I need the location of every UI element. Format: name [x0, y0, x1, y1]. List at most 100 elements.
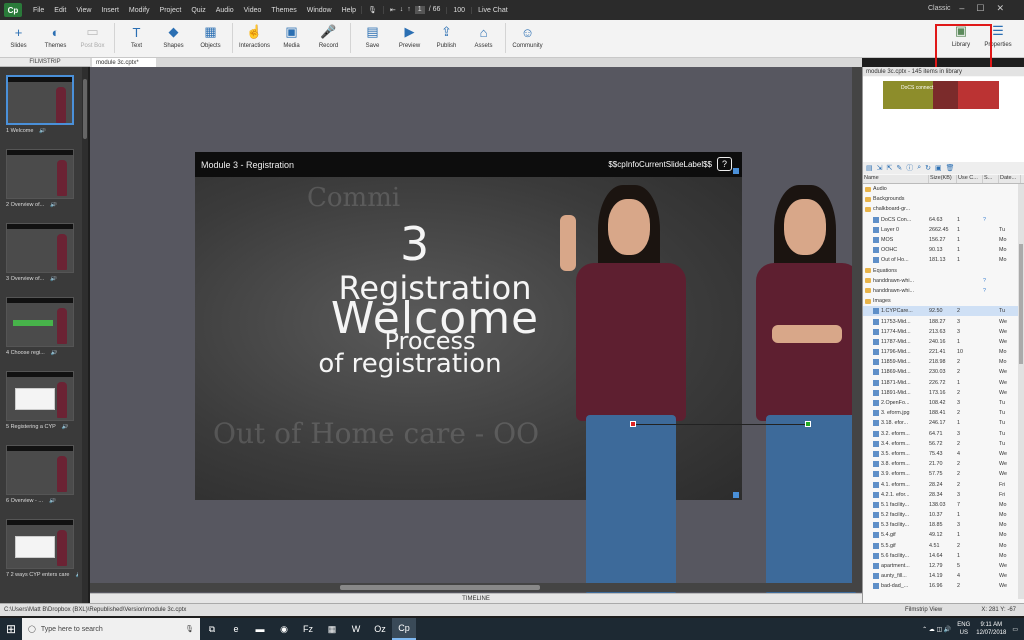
library-column-header[interactable]: S...	[983, 175, 999, 183]
library-scrollbar[interactable]	[1018, 184, 1024, 599]
stage-canvas[interactable]: Module 3 - Registration $$cpInfoCurrentS…	[90, 67, 862, 593]
module-number-text[interactable]: 3	[400, 217, 429, 271]
zoom-select[interactable]: 100	[446, 6, 471, 14]
update-icon[interactable]: ↻	[925, 164, 931, 172]
text-button[interactable]: T Text	[118, 23, 155, 50]
media-button[interactable]: ▣ Media	[273, 23, 310, 49]
library-item-row[interactable]: 11891-Mid... 173.16 2 We	[863, 388, 1019, 398]
slide-thumbnail[interactable]	[6, 371, 74, 421]
select-unused-icon[interactable]: ▣	[935, 164, 942, 172]
selection-handle[interactable]	[630, 421, 636, 427]
notifications-icon[interactable]: ▭	[1012, 626, 1018, 633]
filmstrip-slide[interactable]: 1 Welcome 🔊	[4, 75, 78, 134]
library-column-header[interactable]: Size(KB)	[929, 175, 957, 183]
library-item-row[interactable]: 11871-Mid... 226.72 1 We	[863, 378, 1019, 388]
tray-icons[interactable]: ⌃ ☁ ◫ 🔊	[922, 626, 951, 633]
library-item-row[interactable]: 5.1 facility... 138.03 7 Mo	[863, 500, 1019, 510]
library-item-row[interactable]: 2.OpenFo... 108.42 3 Tu	[863, 398, 1019, 408]
import-icon[interactable]: ⇲	[877, 164, 883, 172]
next-slide-icon[interactable]: ↑	[407, 6, 411, 14]
library-column-header[interactable]: Use C...	[957, 175, 983, 183]
library-item-row[interactable]: bad-dad_... 16.96 2 We	[863, 581, 1019, 591]
library-item-row[interactable]: 5.5.gif 4.51 2 Mo	[863, 541, 1019, 551]
library-folder-row[interactable]: handdrawn-whi...?	[863, 286, 1019, 296]
document-tab[interactable]: module 3c.cptx*	[92, 58, 156, 67]
save-button[interactable]: ▤ Save	[354, 23, 391, 49]
publish-button[interactable]: ⇪ Publish	[428, 23, 465, 49]
filmstrip-slide[interactable]: 5 Registering a CYP 🔊	[4, 371, 78, 430]
stage-vertical-scrollbar[interactable]	[852, 67, 862, 583]
workspace-mode[interactable]: Classic	[928, 5, 951, 12]
menu-video[interactable]: Video	[239, 7, 267, 14]
language-label[interactable]: ENG	[957, 621, 970, 629]
taskbar-app-icon[interactable]: ◉	[272, 618, 296, 640]
library-item-row[interactable]: 5.3 facility... 18.85 3 Mo	[863, 520, 1019, 530]
shapes-button[interactable]: ◆ Shapes	[155, 23, 192, 49]
filmstrip-slide[interactable]: 6 Overview - ... 🔊	[4, 445, 78, 504]
selection-handle[interactable]	[805, 421, 811, 427]
library-item-row[interactable]: OOHC 90.13 1 Mo	[863, 245, 1019, 255]
post-box-button[interactable]: ▭ Post Box	[74, 23, 111, 49]
library-folder-row[interactable]: chalkboard-gr...	[863, 204, 1019, 214]
library-item-row[interactable]: 11859-Mid... 218.98 2 Mo	[863, 357, 1019, 367]
presenter-image-2[interactable]	[752, 185, 862, 593]
taskbar-app-icon[interactable]: Cp	[392, 618, 416, 640]
menu-themes[interactable]: Themes	[266, 7, 301, 14]
of-registration-heading[interactable]: of registration	[285, 349, 535, 379]
library-item-row[interactable]: Out of Ho... 181.13 1 Mo	[863, 255, 1019, 265]
taskbar-app-icon[interactable]: ▦	[320, 618, 344, 640]
menu-audio[interactable]: Audio	[211, 7, 239, 14]
windows-start-icon[interactable]: ⊞	[0, 618, 22, 640]
prev-slide-icon[interactable]: ↓	[400, 6, 404, 14]
library-item-row[interactable]: 11787-Mid... 240.16 1 We	[863, 337, 1019, 347]
slide-number-input[interactable]: 1	[414, 6, 425, 14]
timeline-toggle[interactable]: TIMELINE	[90, 593, 862, 603]
assets-button[interactable]: ⌂ Assets	[465, 23, 502, 50]
taskbar-app-icon[interactable]: ⧉	[200, 618, 224, 640]
menu-edit[interactable]: Edit	[49, 7, 71, 14]
library-item-row[interactable]: 4.2.1. efor... 28.34 3 Fri	[863, 490, 1019, 500]
help-button[interactable]: ?	[717, 157, 732, 171]
library-item-row[interactable]: 3.4. eform... 56.72 2 Tu	[863, 439, 1019, 449]
slide-thumbnail[interactable]	[6, 297, 74, 347]
open-icon[interactable]: ▤	[866, 164, 873, 172]
library-item-row[interactable]: 11774-Mid... 213.63 3 We	[863, 327, 1019, 337]
menu-quiz[interactable]: Quiz	[186, 7, 210, 14]
interactions-button[interactable]: ☝ Interactions	[236, 23, 273, 49]
properties-icon[interactable]: ⓘ	[906, 163, 913, 173]
library-item-row[interactable]: 5.2 facility... 10.37 1 Mo	[863, 510, 1019, 520]
filmstrip-slide[interactable]: 7 2 ways CYP enters care 🔊	[4, 519, 78, 578]
presenter-image-1[interactable]	[546, 185, 716, 593]
taskbar-app-icon[interactable]: Oz	[368, 618, 392, 640]
community-button[interactable]: ☺ Community	[509, 23, 546, 50]
library-item-row[interactable]: DoCS Con... 64.63 1?	[863, 215, 1019, 225]
library-folder-row[interactable]: Backgrounds	[863, 194, 1019, 204]
library-item-row[interactable]: apartment... 12.79 5 We	[863, 561, 1019, 571]
library-item-row[interactable]: MOS 156.27 1 Mo	[863, 235, 1019, 245]
menu-help[interactable]: Help	[337, 7, 361, 14]
library-folder-row[interactable]: handdrawn-whi...?	[863, 276, 1019, 286]
taskbar-app-icon[interactable]: e	[224, 618, 248, 640]
slide-thumbnail[interactable]	[6, 149, 74, 199]
slide-thumbnail[interactable]	[6, 519, 74, 569]
library-item-row[interactable]: 3. eform.jpg 188.41 2 Tu	[863, 408, 1019, 418]
library-column-header[interactable]: Name	[863, 175, 929, 183]
library-item-row[interactable]: 1.CYPCare... 92.50 2 Tu	[863, 306, 1019, 317]
record-button[interactable]: 🎤 Record	[310, 23, 347, 49]
library-item-row[interactable]: 5.4.gif 49.12 1 Mo	[863, 530, 1019, 540]
menu-window[interactable]: Window	[302, 7, 337, 14]
library-item-row[interactable]: 3.9. eform... 57.75 2 We	[863, 469, 1019, 479]
menu-insert[interactable]: Insert	[96, 7, 124, 14]
filmstrip-scrollbar[interactable]	[82, 67, 88, 603]
library-folder-row[interactable]: Equations	[863, 266, 1019, 276]
library-item-row[interactable]: aunty_fill... 14.19 4 We	[863, 571, 1019, 581]
library-folder-row[interactable]: Audio	[863, 184, 1019, 194]
window-controls[interactable]: –☐✕	[959, 3, 1016, 14]
export-icon[interactable]: ⇱	[887, 164, 893, 172]
filmstrip-slide[interactable]: 4 Choose regi... 🔊	[4, 297, 78, 356]
library-item-row[interactable]: 3.5. eform... 75.43 4 We	[863, 449, 1019, 459]
slides-button[interactable]: + Slides	[0, 23, 37, 50]
slide-label-variable[interactable]: $$cpInfoCurrentSlideLabel$$	[608, 160, 712, 169]
library-item-row[interactable]: 5.6 facility... 14.64 1 Mo	[863, 551, 1019, 561]
menu-view[interactable]: View	[71, 7, 96, 14]
